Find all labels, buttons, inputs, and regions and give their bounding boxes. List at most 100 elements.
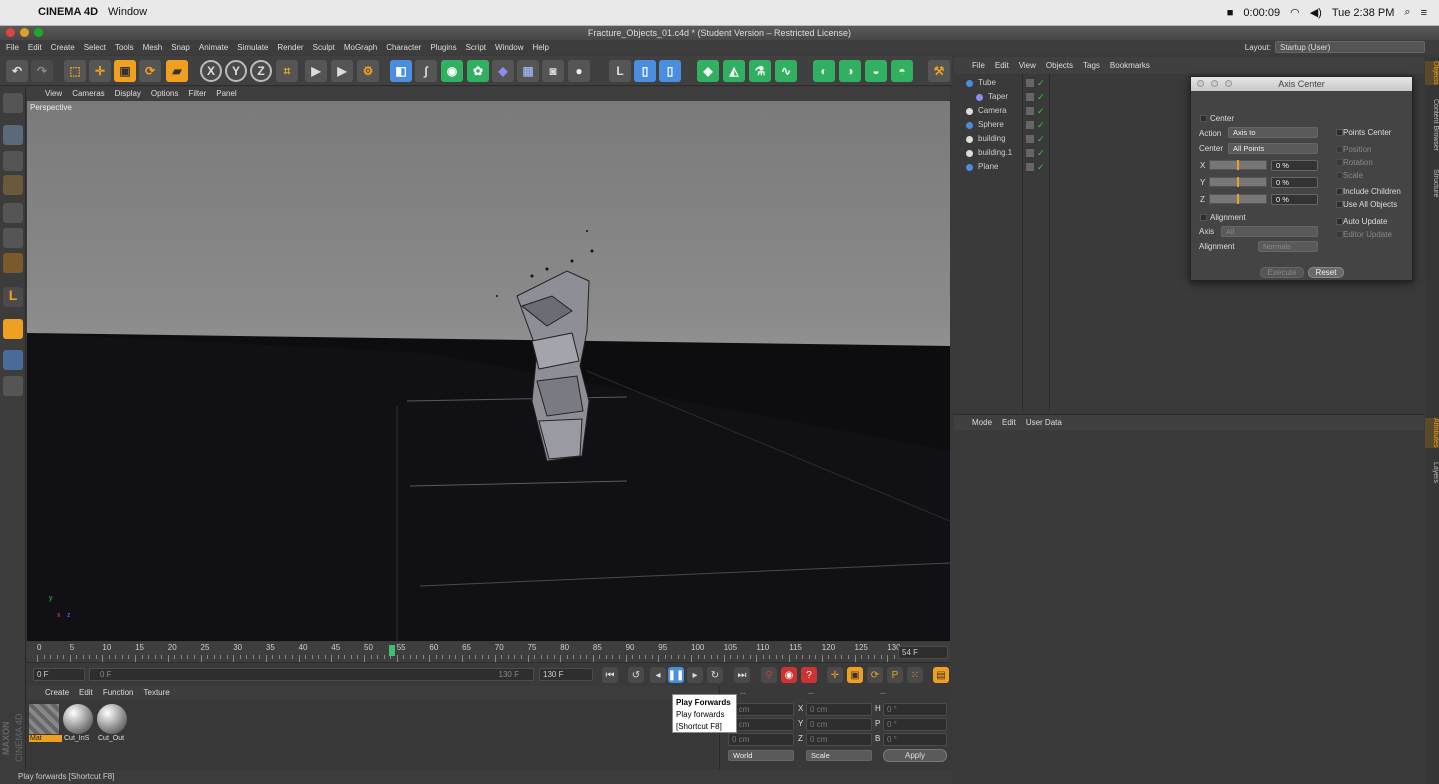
y-slider-knob[interactable] xyxy=(1237,177,1239,187)
attribute-menu-user-data[interactable]: User Data xyxy=(1026,415,1062,430)
volume-icon[interactable]: ◀) xyxy=(1310,6,1322,19)
solo-mode-icon[interactable] xyxy=(3,376,23,396)
coord-position-field[interactable]: 0 cm xyxy=(728,703,794,716)
axis-dropdown[interactable]: All xyxy=(1221,226,1318,237)
auto-update-checkbox[interactable] xyxy=(1336,218,1343,225)
execute-button[interactable]: Execute xyxy=(1260,267,1304,278)
array-icon[interactable]: ✿ xyxy=(467,60,489,82)
preview-range-slider[interactable]: 0 F 130 F xyxy=(89,668,534,681)
render-picture-viewer-icon[interactable]: ▶ xyxy=(331,60,353,82)
go-to-start-icon[interactable]: ⏮ xyxy=(602,667,618,683)
coord-rotation-field[interactable]: 0 ° xyxy=(883,733,947,746)
object-menu-bookmarks[interactable]: Bookmarks xyxy=(1110,57,1150,74)
object-menu-edit[interactable]: Edit xyxy=(995,57,1009,74)
tab-structure[interactable]: Structure xyxy=(1425,169,1439,197)
center-dropdown[interactable]: All Points xyxy=(1228,143,1318,154)
coord-position-field[interactable]: 0 cm xyxy=(728,733,794,746)
apply-button[interactable]: Apply xyxy=(883,749,947,762)
visibility-check-icon[interactable]: ✓ xyxy=(1037,160,1045,174)
reset-button[interactable]: Reset xyxy=(1308,267,1344,278)
layer-icon[interactable] xyxy=(1026,121,1034,129)
menu-help[interactable]: Help xyxy=(532,40,548,55)
menu-file[interactable]: File xyxy=(6,40,19,55)
next-frame-icon[interactable]: ▸ xyxy=(687,667,703,683)
spline-pen-icon[interactable]: ∫ xyxy=(415,60,437,82)
next-key-icon[interactable]: ↻ xyxy=(707,667,723,683)
deformer-icon[interactable]: ◆ xyxy=(492,60,514,82)
points-center-checkbox[interactable] xyxy=(1336,129,1343,136)
include-children-checkbox[interactable] xyxy=(1336,188,1343,195)
object-name[interactable]: building xyxy=(978,132,1006,146)
play-forwards-button[interactable]: ❚❚ xyxy=(668,667,684,683)
layer-icon[interactable] xyxy=(1026,107,1034,115)
dialog-minimize-button[interactable] xyxy=(1211,80,1218,87)
polygons-mode-icon[interactable] xyxy=(3,253,23,273)
minimize-window-button[interactable] xyxy=(20,28,29,37)
sweep-icon[interactable]: ◓ xyxy=(891,60,913,82)
menu-character[interactable]: Character xyxy=(386,40,421,55)
attribute-menu-mode[interactable]: Mode xyxy=(972,415,992,430)
menu-select[interactable]: Select xyxy=(84,40,106,55)
object-menu-view[interactable]: View xyxy=(1019,57,1036,74)
menu-edit[interactable]: Edit xyxy=(28,40,42,55)
close-window-button[interactable] xyxy=(6,28,15,37)
key-rotation-icon[interactable]: ⟳ xyxy=(867,667,883,683)
cylinder-icon[interactable]: ▯ xyxy=(634,60,656,82)
wifi-icon[interactable]: ◠ xyxy=(1290,6,1300,19)
key-scale-icon[interactable]: ▣ xyxy=(847,667,863,683)
alignment-checkbox[interactable] xyxy=(1200,214,1207,221)
scale-checkbox[interactable] xyxy=(1336,172,1343,179)
layer-icon[interactable] xyxy=(1026,163,1034,171)
material-menu-create[interactable]: Create xyxy=(45,686,69,700)
tube-icon[interactable]: ▯ xyxy=(659,60,681,82)
live-selection-icon[interactable]: ⬚ xyxy=(64,60,86,82)
record-active-objects-icon[interactable]: ◉ xyxy=(781,667,797,683)
visibility-check-icon[interactable]: ✓ xyxy=(1037,132,1045,146)
object-menu-file[interactable]: File xyxy=(972,57,985,74)
menu-create[interactable]: Create xyxy=(51,40,75,55)
object-name[interactable]: building.1 xyxy=(978,146,1012,160)
coord-rotation-field[interactable]: 0 ° xyxy=(883,703,947,716)
menu-render[interactable]: Render xyxy=(277,40,303,55)
null-object-icon[interactable]: L xyxy=(609,60,631,82)
object-name[interactable]: Sphere xyxy=(978,118,1004,132)
visibility-check-icon[interactable]: ✓ xyxy=(1037,76,1045,90)
rotate-icon[interactable]: ⟳ xyxy=(139,60,161,82)
visibility-check-icon[interactable]: ✓ xyxy=(1037,118,1045,132)
key-parameter-icon[interactable]: P xyxy=(887,667,903,683)
playhead[interactable] xyxy=(389,645,395,656)
effector-icon[interactable]: ∿ xyxy=(775,60,797,82)
material-menu-function[interactable]: Function xyxy=(103,686,134,700)
tab-layers[interactable]: Layers xyxy=(1425,462,1439,483)
viewport-menu-display[interactable]: Display xyxy=(115,87,141,100)
z-percent-field[interactable]: 0 % xyxy=(1271,194,1318,205)
material-menu-texture[interactable]: Texture xyxy=(144,686,170,700)
material-menu-edit[interactable]: Edit xyxy=(79,686,93,700)
center-group-toggle[interactable] xyxy=(1200,115,1207,122)
z-slider-knob[interactable] xyxy=(1237,194,1239,204)
layer-icon[interactable] xyxy=(1026,79,1034,87)
action-dropdown[interactable]: Axis to xyxy=(1228,127,1318,138)
coord-rotation-field[interactable]: 0 ° xyxy=(883,718,947,731)
coordinate-system-dropdown[interactable]: World xyxy=(728,750,794,761)
workplane-mode-icon[interactable] xyxy=(3,175,23,195)
viewport-menu-panel[interactable]: Panel xyxy=(216,87,236,100)
menu-mesh[interactable]: Mesh xyxy=(143,40,163,55)
timeline-ruler[interactable]: 0 5 10 15 20 25 30 35 40 45 50 55 60 65 70 75 80 85 90 95 10… xyxy=(27,642,950,662)
fracture-icon[interactable]: ◭ xyxy=(723,60,745,82)
x-percent-field[interactable]: 0 % xyxy=(1271,160,1318,171)
coord-size-field[interactable]: 0 cm xyxy=(806,703,872,716)
go-to-end-icon[interactable]: ⏭ xyxy=(734,667,750,683)
texture-mode-icon[interactable] xyxy=(3,151,23,171)
object-menu-tags[interactable]: Tags xyxy=(1083,57,1100,74)
menu-window[interactable]: Window xyxy=(495,40,523,55)
layout-dropdown[interactable]: Startup (User) xyxy=(1275,41,1425,53)
key-pla-icon[interactable]: ⁙ xyxy=(907,667,923,683)
start-frame-field[interactable]: 0 F xyxy=(33,668,85,681)
matrix-icon[interactable]: ⚗ xyxy=(749,60,771,82)
x-slider-knob[interactable] xyxy=(1237,160,1239,170)
menu-snap[interactable]: Snap xyxy=(171,40,190,55)
light-icon[interactable]: ● xyxy=(568,60,590,82)
object-name[interactable]: Taper xyxy=(988,90,1008,104)
position-checkbox[interactable] xyxy=(1336,146,1343,153)
